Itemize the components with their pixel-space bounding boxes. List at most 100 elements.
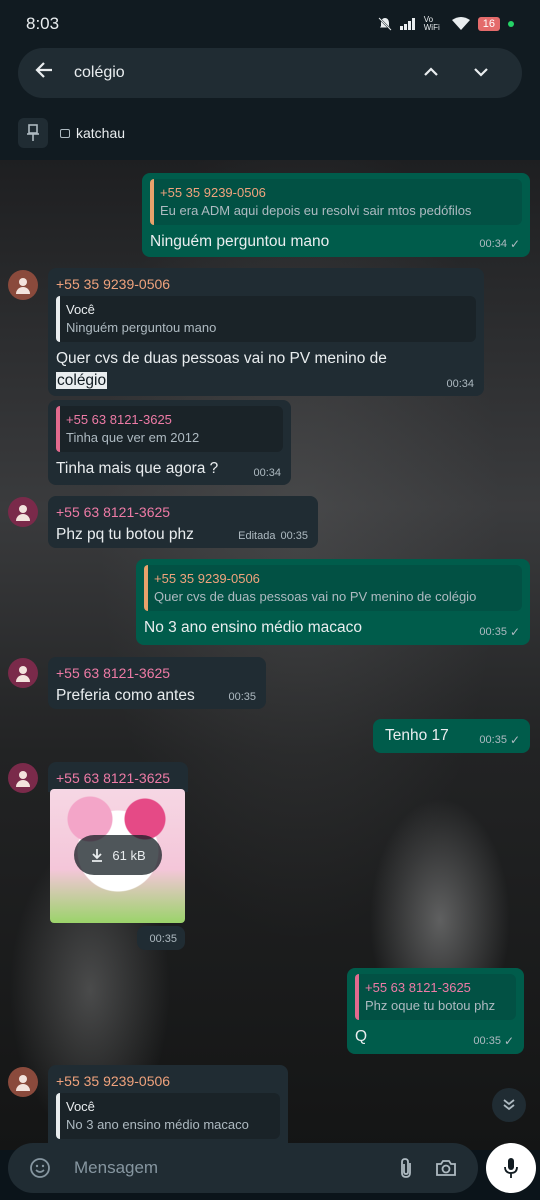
sender-name[interactable]: +55 63 8121-3625 [56, 502, 310, 522]
message-meta: 00:35 [149, 933, 177, 945]
quoted-sender: +55 63 8121-3625 [365, 980, 471, 995]
message-time: 00:34 [479, 238, 507, 250]
person-icon [19, 505, 27, 513]
message-list[interactable]: +55 35 9239-0506 Eu era ADM aqui depois … [0, 160, 540, 1150]
message-bubble-incoming[interactable]: +55 35 9239-0506 Você Ninguém perguntou … [48, 268, 484, 396]
message-time: 00:35 [228, 691, 256, 703]
microphone-icon [504, 1158, 518, 1178]
message-text: Ninguém perguntou mano [150, 233, 330, 250]
image-thumbnail[interactable]: 61 kB [50, 789, 185, 923]
quoted-message[interactable]: +55 35 9239-0506 Quer cvs de duas pessoa… [144, 565, 522, 611]
message-time: 00:34 [253, 467, 281, 479]
sticker-emoji-icon[interactable] [20, 1157, 60, 1179]
quoted-sender: +55 63 8121-3625 [66, 412, 172, 427]
quoted-message[interactable]: Você Ninguém perguntou mano [56, 296, 476, 342]
sender-name[interactable]: +55 35 9239-0506 [56, 1071, 280, 1091]
volte-label: Vo WiFi [423, 15, 440, 32]
pin-icon[interactable] [18, 118, 48, 148]
message-time: 00:35 [479, 734, 507, 746]
camera-icon[interactable] [426, 1159, 466, 1177]
download-icon [92, 849, 103, 862]
quoted-message[interactable]: Você No 3 ano ensino médio macaco [56, 1093, 280, 1139]
sent-check-icon: ✓ [509, 625, 520, 639]
double-chevron-down-icon [503, 1099, 515, 1111]
message-meta: 00:35 ✓ [479, 733, 520, 747]
message-time: 00:34 [446, 378, 474, 390]
message-input[interactable]: Mensagem [60, 1158, 386, 1178]
message-meta: 00:35 ✓ [473, 1034, 514, 1048]
message-bubble-outgoing[interactable]: Tenho 17 00:35 ✓ [373, 719, 530, 753]
message-meta: 00:34 ✓ [479, 237, 520, 251]
pinned-message-bar[interactable]: katchau [18, 118, 125, 148]
message-text: No 3 ano ensino médio macaco [144, 619, 362, 636]
message-meta: Editada 00:35 [238, 530, 308, 542]
pinned-label: katchau [60, 125, 125, 141]
message-composer[interactable]: Mensagem [8, 1143, 478, 1193]
message-bubble-outgoing[interactable]: +55 63 8121-3625 Phz oque tu botou phz Q… [347, 968, 524, 1054]
quoted-message[interactable]: +55 35 9239-0506 Eu era ADM aqui depois … [150, 179, 522, 225]
person-icon [19, 771, 27, 779]
quoted-text: No 3 ano ensino médio macaco [66, 1117, 249, 1132]
search-bar: colégio [18, 48, 522, 98]
message-meta: 00:34 [253, 467, 281, 479]
chevron-down-icon[interactable] [456, 64, 506, 82]
download-button[interactable]: 61 kB [74, 835, 162, 875]
edited-label: Editada [238, 530, 276, 542]
avatar[interactable] [8, 658, 38, 688]
avatar[interactable] [8, 1067, 38, 1097]
quoted-text: Eu era ADM aqui depois eu resolvi sair m… [160, 203, 472, 218]
quoted-sender: Você [66, 1099, 95, 1114]
message-meta: 00:35 [228, 691, 256, 703]
scroll-to-bottom-button[interactable] [492, 1088, 526, 1122]
status-icons: Vo WiFi 16 [378, 16, 514, 32]
quoted-sender: Você [66, 302, 95, 317]
message-meta: 00:35 ✓ [479, 625, 520, 639]
sender-name[interactable]: +55 63 8121-3625 [56, 663, 258, 683]
pinned-text: katchau [76, 125, 126, 141]
message-bubble-incoming[interactable]: +55 63 8121-3625 Tinha que ver em 2012 T… [48, 400, 291, 485]
message-bubble-outgoing[interactable]: +55 35 9239-0506 Eu era ADM aqui depois … [142, 173, 530, 257]
person-icon [19, 666, 27, 674]
sender-name[interactable]: +55 63 8121-3625 [56, 768, 180, 788]
sticker-icon [60, 128, 70, 138]
message-time: 00:35 [473, 1035, 501, 1047]
sent-check-icon: ✓ [503, 1034, 514, 1048]
quoted-message[interactable]: +55 63 8121-3625 Phz oque tu botou phz [355, 974, 516, 1020]
message-text: Quer cvs de duas pessoas vai no PV menin… [56, 348, 436, 392]
chevron-up-icon[interactable] [406, 64, 456, 82]
message-bubble-incoming[interactable]: +55 63 8121-3625 Preferia como antes 00:… [48, 657, 266, 709]
avatar[interactable] [8, 497, 38, 527]
signal-icon [399, 18, 415, 30]
message-text-part: Quer cvs de duas pessoas vai no PV menin… [56, 350, 387, 367]
message-bubble-incoming-image[interactable]: +55 63 8121-3625 [48, 762, 188, 792]
back-arrow-icon[interactable] [34, 60, 68, 86]
mute-bell-icon [378, 17, 392, 31]
quoted-message[interactable]: +55 63 8121-3625 Tinha que ver em 2012 [56, 406, 283, 452]
message-bubble-incoming[interactable]: +55 63 8121-3625 Phz pq tu botou phz Edi… [48, 496, 318, 548]
wifi-icon [451, 17, 470, 30]
search-highlight: colégio [56, 372, 108, 389]
sender-name[interactable]: +55 35 9239-0506 [56, 274, 476, 294]
person-icon [19, 1075, 27, 1083]
search-input[interactable]: colégio [68, 64, 406, 82]
message-bubble-incoming[interactable]: +55 35 9239-0506 Você No 3 ano ensino mé… [48, 1065, 288, 1150]
quoted-sender: +55 35 9239-0506 [160, 185, 266, 200]
image-time-strip: 00:35 [137, 926, 185, 950]
avatar[interactable] [8, 270, 38, 300]
quoted-text: Ninguém perguntou mano [66, 320, 217, 335]
camera-indicator-dot [508, 21, 514, 27]
chat-search-header: colégio katchau [0, 48, 540, 160]
message-text: Tinha mais que agora ? [56, 460, 219, 477]
message-time: 00:35 [479, 626, 507, 638]
message-time: 00:35 [149, 933, 177, 945]
attach-clip-icon[interactable] [386, 1157, 426, 1179]
avatar[interactable] [8, 763, 38, 793]
person-icon [19, 278, 27, 286]
sent-check-icon: ✓ [509, 733, 520, 747]
quoted-text: Phz oque tu botou phz [365, 998, 496, 1013]
message-bubble-outgoing[interactable]: +55 35 9239-0506 Quer cvs de duas pessoa… [136, 559, 530, 645]
message-meta: 00:34 [446, 378, 474, 390]
battery-indicator: 16 [477, 17, 500, 31]
file-size: 61 kB [112, 847, 146, 863]
microphone-button[interactable] [486, 1143, 536, 1193]
